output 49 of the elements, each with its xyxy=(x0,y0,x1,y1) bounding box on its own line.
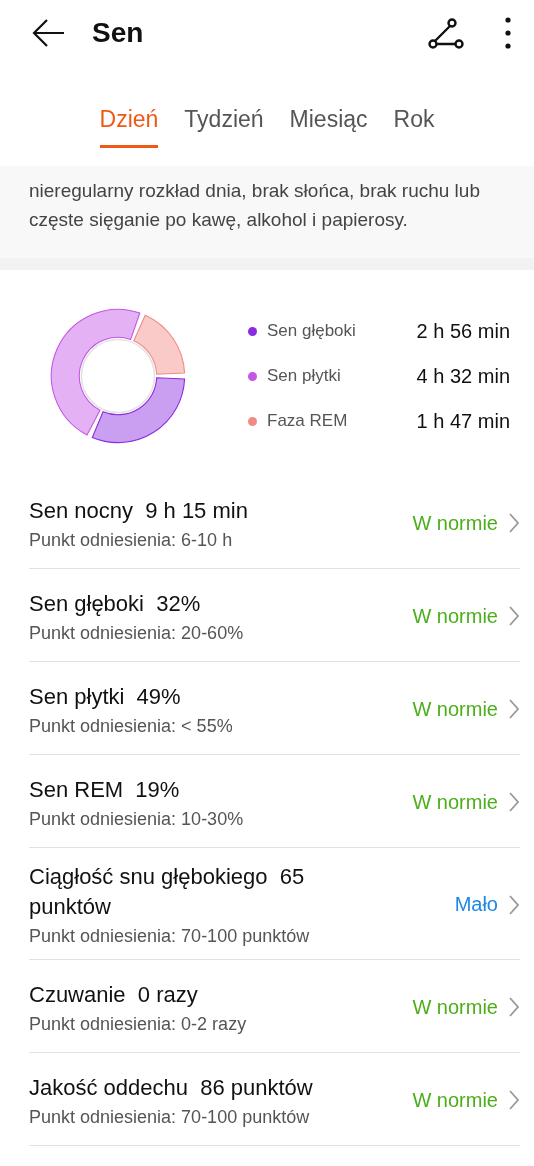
metric-row[interactable]: Sen REM 19% Punkt odniesienia: 10-30% W normie xyxy=(29,755,520,848)
metric-row[interactable]: Czuwanie 0 razy Punkt odniesienia: 0-2 razy W normie xyxy=(29,960,520,1053)
metric-title: Czuwanie 0 razy xyxy=(29,980,199,1009)
legend-value: 2 h 56 min xyxy=(416,319,510,343)
metric-status: W normie xyxy=(412,511,498,535)
chevron-icon xyxy=(508,791,520,813)
metric-status: W normie xyxy=(412,995,498,1019)
metric-reference: Punkt odniesienia: 20-60% xyxy=(29,622,245,644)
page-title: Sen xyxy=(92,17,145,49)
metric-row[interactable]: Sen głęboki 32% Punkt odniesienia: 20-60% W normie xyxy=(29,569,520,662)
chevron-icon xyxy=(508,698,520,720)
metric-status: Mało xyxy=(454,893,498,916)
legend-label: Sen głęboki xyxy=(267,321,357,341)
metric-reference: Punkt odniesienia: 10-30% xyxy=(29,808,245,830)
metric-title: Sen nocny 9 h 15 min xyxy=(29,496,249,525)
tab[interactable]: Rok xyxy=(393,104,435,148)
metric-reference: Punkt odniesienia: 6-10 h xyxy=(29,529,234,551)
chevron-icon xyxy=(508,512,520,534)
back-icon[interactable] xyxy=(31,18,65,48)
metric-title: Sen płytki 49% xyxy=(29,682,182,711)
metric-title: Sen głęboki 32% xyxy=(29,589,202,618)
legend-value: 1 h 47 min xyxy=(416,409,510,433)
legend-label: Sen płytki xyxy=(267,366,342,386)
metric-reference: Punkt odniesienia: 70-100 punktów xyxy=(29,926,311,947)
metric-status: W normie xyxy=(412,1088,498,1112)
metric-title: Jakość oddechu 86 punktów xyxy=(29,1073,314,1102)
metric-row[interactable]: Ciągłość snu głębokiego 65 punktów Punkt odniesienia: 70-100 punktów Mało xyxy=(29,848,520,960)
metric-title: Ciągłość snu głębokiego 65 punktów xyxy=(29,863,306,921)
metric-status: W normie xyxy=(412,790,498,814)
metric-reference: Punkt odniesienia: < 55% xyxy=(29,715,234,737)
metric-reference: Punkt odniesienia: 0-2 razy xyxy=(29,1013,248,1035)
metric-row[interactable]: Jakość oddechu 86 punktów Punkt odniesienia: 70-100 punktów W normie xyxy=(29,1053,520,1146)
tab[interactable]: Tydzień xyxy=(184,104,264,148)
chevron-icon xyxy=(508,996,520,1018)
chevron-icon xyxy=(508,1089,520,1111)
share-icon[interactable] xyxy=(428,17,464,49)
more-icon[interactable] xyxy=(504,16,512,50)
chevron-icon xyxy=(508,893,520,916)
legend-value: 4 h 32 min xyxy=(416,364,510,388)
metric-row[interactable]: Sen nocny 9 h 15 min Punkt odniesienia: 6-10 h W normie xyxy=(29,476,520,569)
tab[interactable]: Miesiąc xyxy=(289,104,368,148)
metric-reference: Punkt odniesienia: 70-100 punktów xyxy=(29,1106,311,1128)
legend-label: Faza REM xyxy=(267,411,349,431)
metric-row[interactable]: Sen płytki 49% Punkt odniesienia: < 55% W normie xyxy=(29,662,520,755)
metric-status: W normie xyxy=(412,604,498,628)
metric-title: Sen REM 19% xyxy=(29,775,181,804)
metric-status: W normie xyxy=(412,697,498,721)
intro-text: nieregularny rozkład dnia, brak słońca, brak ruchu lub częste sięganie po kawę, alkohol i papierosy. xyxy=(29,179,481,232)
chevron-icon xyxy=(508,605,520,627)
